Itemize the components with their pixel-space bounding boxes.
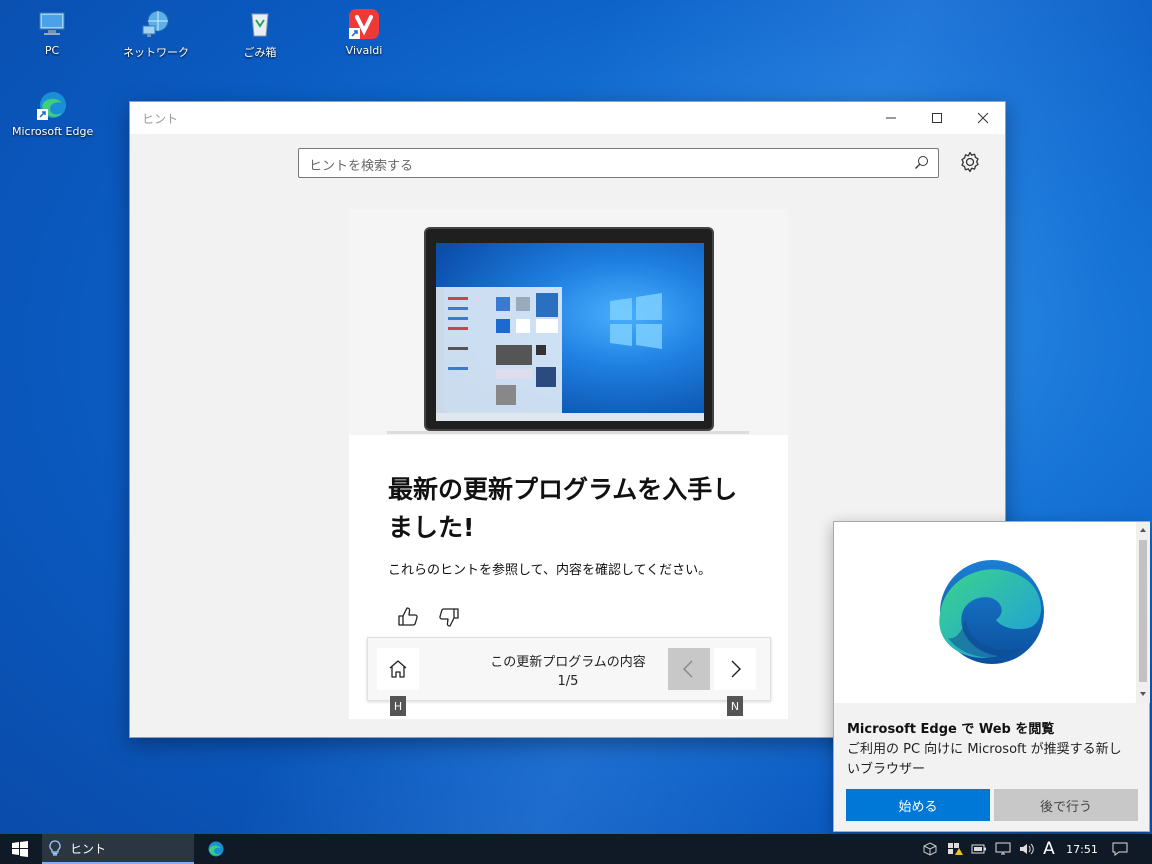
lightbulb-icon	[49, 840, 61, 856]
toast-body: ご利用の PC 向けに Microsoft が推奨する新しいブラウザー	[847, 742, 1122, 777]
minimize-button[interactable]	[868, 102, 914, 134]
next-button[interactable]	[714, 648, 756, 690]
taskbar-app-edge[interactable]	[200, 834, 232, 864]
search-icon[interactable]	[914, 155, 930, 171]
taskbar-clock[interactable]: 17:51	[1062, 834, 1102, 864]
nav-page-counter: 1/5	[557, 674, 579, 689]
desktop-icon-label: PC	[44, 44, 60, 57]
maximize-icon	[932, 113, 942, 123]
maximize-button[interactable]	[914, 102, 960, 134]
scroll-up-icon[interactable]	[1139, 526, 1147, 534]
later-button[interactable]: 後で行う	[994, 789, 1138, 821]
pc-icon	[36, 8, 68, 40]
scroll-down-icon[interactable]	[1139, 690, 1147, 698]
tray-security-warning-icon[interactable]	[944, 834, 966, 864]
minimize-icon	[886, 117, 896, 119]
taskbar: ヒント A 17:51	[0, 834, 1152, 864]
notification-icon	[1112, 842, 1128, 856]
laptop-hinge	[387, 431, 749, 434]
desktop-icon-label: ごみ箱	[243, 46, 277, 59]
desktop-icon-pc[interactable]: PC	[12, 8, 92, 57]
home-keytip: H	[390, 696, 406, 716]
recycle-bin-icon	[244, 8, 276, 40]
edge-notification: Microsoft Edge で Web を閲覧 ご利用の PC 向けに Mic…	[833, 521, 1150, 832]
settings-gear-icon[interactable]	[958, 150, 982, 174]
desktop-icon-label: ネットワーク	[123, 46, 189, 59]
desktop-icon-label: Microsoft Edge	[12, 125, 94, 138]
network-icon	[140, 8, 172, 40]
ime-indicator[interactable]: A	[1040, 834, 1058, 864]
toast-scrollbar[interactable]	[1136, 522, 1150, 703]
get-started-button[interactable]: 始める	[846, 789, 990, 821]
desktop-icon-label: Vivaldi	[345, 44, 383, 57]
home-button[interactable]	[377, 648, 419, 690]
hero-image	[349, 209, 788, 435]
toast-title: Microsoft Edge で Web を閲覧	[847, 722, 1055, 737]
action-center-button[interactable]	[1108, 834, 1132, 864]
edge-logo-icon	[939, 560, 1044, 664]
nav-section-title: この更新プログラムの内容	[490, 655, 646, 670]
chevron-left-icon	[683, 660, 693, 678]
desktop-icon-vivaldi[interactable]: Vivaldi	[324, 8, 404, 57]
taskbar-app-tips[interactable]: ヒント	[42, 834, 194, 864]
laptop-illustration	[424, 227, 714, 431]
desktop-icon-recycle-bin[interactable]: ごみ箱	[220, 8, 300, 60]
close-button[interactable]	[960, 102, 1006, 134]
toast-image	[834, 522, 1136, 703]
home-icon	[389, 660, 407, 678]
laptop-screen	[436, 243, 704, 421]
search-placeholder: ヒントを検索する	[309, 159, 414, 174]
tip-card: 最新の更新プログラムを入手しました! これらのヒントを参照して、内容を確認してく…	[349, 209, 788, 719]
tray-volume-icon[interactable]	[1016, 834, 1038, 864]
desktop-icon-network[interactable]: ネットワーク	[116, 8, 196, 60]
title-bar[interactable]: ヒント	[130, 102, 1005, 134]
thumbs-up-icon[interactable]	[396, 605, 420, 629]
tray-network-icon[interactable]	[992, 834, 1014, 864]
desktop-icon-edge[interactable]: Microsoft Edge	[12, 89, 94, 138]
windows-logo-illustration	[610, 293, 662, 349]
screen-taskbar-illustration	[436, 413, 704, 421]
close-icon	[977, 112, 989, 124]
tip-subtext: これらのヒントを参照して、内容を確認してください。	[388, 563, 712, 578]
tip-headline: 最新の更新プログラムを入手しました!	[388, 475, 738, 542]
search-input[interactable]: ヒントを検索する	[298, 148, 939, 178]
chevron-right-icon	[731, 660, 741, 678]
edge-taskbar-icon	[208, 841, 224, 857]
thumbs-down-icon[interactable]	[437, 605, 461, 629]
taskbar-app-label: ヒント	[70, 841, 107, 856]
next-keytip: N	[727, 696, 743, 716]
start-menu-illustration	[436, 287, 562, 413]
edge-icon	[36, 89, 68, 121]
tray-package-icon[interactable]	[920, 834, 940, 864]
tip-navigation-bar: この更新プログラムの内容 1/5	[367, 637, 771, 701]
previous-button[interactable]	[668, 648, 710, 690]
start-button[interactable]	[0, 834, 40, 864]
window-title: ヒント	[142, 112, 179, 126]
vivaldi-icon	[348, 8, 380, 40]
tray-battery-icon[interactable]	[968, 834, 990, 864]
scrollbar-thumb[interactable]	[1139, 540, 1147, 682]
windows-start-icon	[12, 841, 28, 857]
